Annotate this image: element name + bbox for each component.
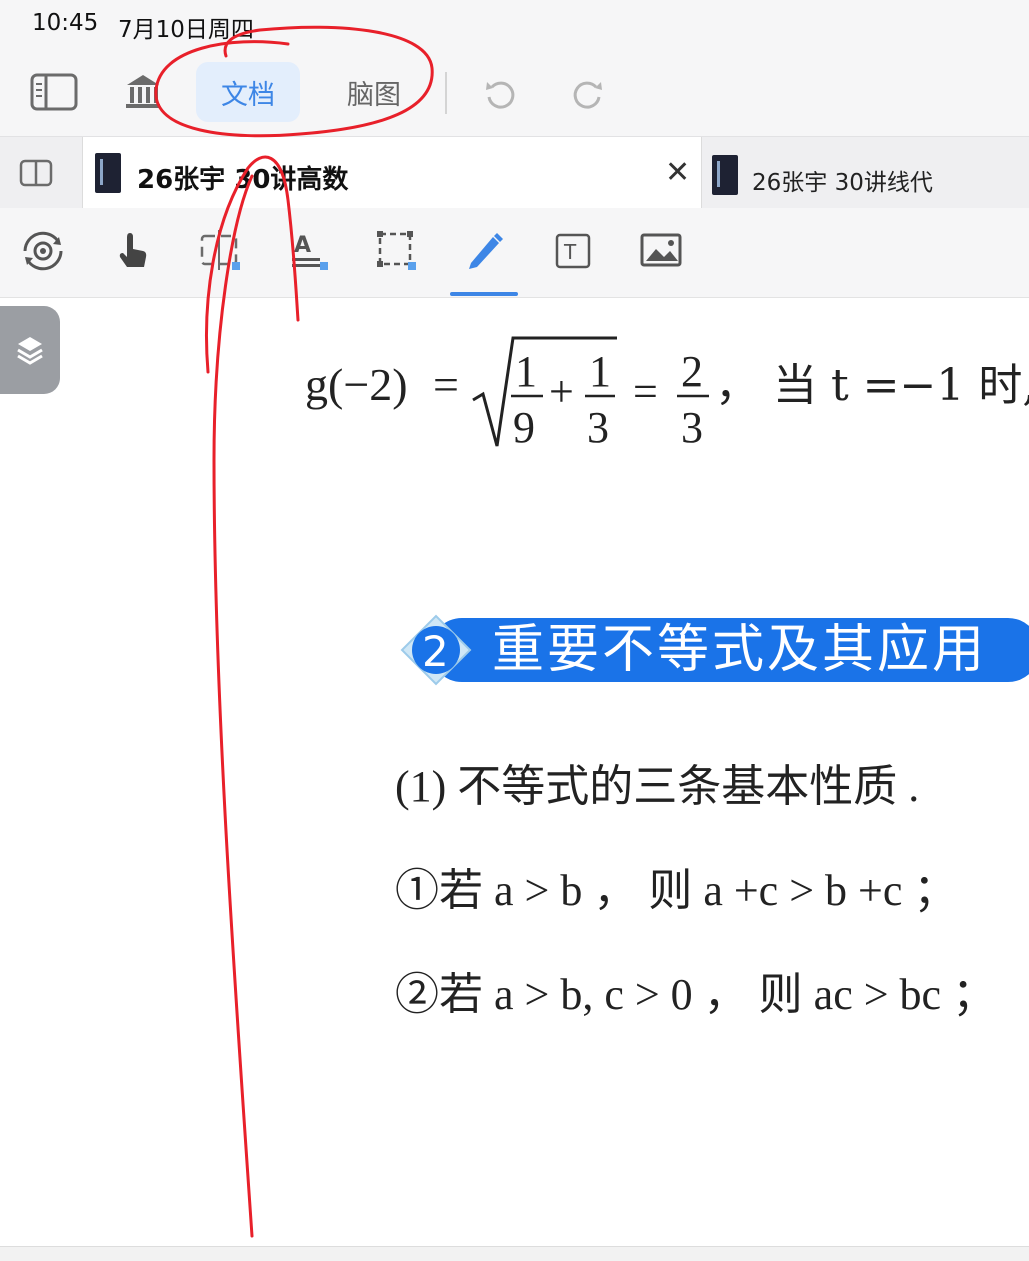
close-tab-icon[interactable]: ✕ bbox=[665, 155, 690, 190]
tab-mindmap[interactable]: 脑图 bbox=[322, 62, 426, 122]
rect-select-icon[interactable] bbox=[372, 226, 422, 276]
formula-plus: + bbox=[549, 367, 574, 416]
lasso-gear-icon[interactable] bbox=[18, 226, 68, 276]
undo-icon[interactable] bbox=[480, 74, 520, 114]
svg-text:T: T bbox=[563, 240, 577, 264]
toolbar-divider bbox=[445, 72, 447, 114]
text-highlight-icon[interactable]: A bbox=[284, 226, 334, 276]
top-toolbar: 文档 脑图 bbox=[0, 52, 1029, 134]
tab-mindmap-label: 脑图 bbox=[347, 79, 401, 111]
tab-linear-algebra-title: 26张宇 30讲线代 bbox=[752, 170, 933, 196]
library-icon[interactable] bbox=[122, 70, 164, 112]
textbox-icon[interactable]: T bbox=[548, 226, 598, 276]
formula-line: g(−2) = 1 9 + 1 3 = 2 3 ， 当 t =−1 时, bbox=[305, 334, 1029, 454]
image-icon[interactable] bbox=[636, 226, 686, 276]
bottom-divider bbox=[0, 1246, 1029, 1261]
book-cover-icon bbox=[712, 155, 738, 195]
frac1-den: 9 bbox=[513, 403, 535, 452]
text-line-2: ①若 a > b ， 则 a +c > b +c ； bbox=[395, 866, 958, 915]
document-tab-bar: 26张宇 30讲高数 ✕ 26张宇 30讲线代 bbox=[0, 136, 1029, 209]
hand-icon[interactable] bbox=[108, 226, 158, 276]
layers-button[interactable] bbox=[0, 306, 60, 394]
select-resize-icon[interactable] bbox=[196, 226, 246, 276]
annotation-toolbar: A T bbox=[0, 208, 1029, 298]
status-date: 7月10日周四 bbox=[118, 17, 254, 43]
split-view-icon[interactable] bbox=[16, 153, 56, 193]
layers-icon bbox=[17, 337, 43, 365]
formula-equals: = bbox=[433, 359, 459, 410]
text-line-3: ②若 a > b, c > 0 ， 则 ac > bc ； bbox=[395, 970, 997, 1019]
frac3-den: 3 bbox=[681, 403, 703, 452]
section-title: 重要不等式及其应用 bbox=[492, 620, 988, 680]
text-line-1: (1) 不等式的三条基本性质 . bbox=[395, 762, 920, 811]
frac2-den: 3 bbox=[587, 403, 609, 452]
pen-icon[interactable] bbox=[460, 226, 510, 276]
tab-calculus[interactable]: 26张宇 30讲高数 ✕ bbox=[82, 137, 702, 209]
status-time: 10:45 bbox=[32, 10, 99, 36]
document-page[interactable]: g(−2) = 1 9 + 1 3 = 2 3 ， 当 t =−1 时, 2 重… bbox=[0, 298, 1029, 1246]
tab-document-label: 文档 bbox=[221, 79, 275, 111]
formula-tail: ， 当 t =−1 时, bbox=[715, 360, 1029, 411]
tab-document[interactable]: 文档 bbox=[196, 62, 300, 122]
svg-text:A: A bbox=[294, 233, 311, 258]
section-number: 2 bbox=[422, 627, 449, 676]
status-bar: 10:45 7月10日周四 bbox=[0, 0, 1029, 50]
redo-icon[interactable] bbox=[568, 74, 608, 114]
tab-linear-algebra[interactable]: 26张宇 30讲线代 bbox=[704, 137, 1029, 209]
book-cover-icon bbox=[95, 153, 121, 193]
active-tool-indicator bbox=[450, 292, 518, 296]
formula-lhs: g(−2) bbox=[305, 359, 408, 410]
frac3-num: 2 bbox=[681, 347, 703, 396]
formula-equals-2: = bbox=[633, 367, 658, 416]
frac1-num: 1 bbox=[515, 347, 537, 396]
tab-calculus-title: 26张宇 30讲高数 bbox=[137, 165, 349, 195]
frac2-num: 1 bbox=[589, 347, 611, 396]
sidebar-toggle-icon[interactable] bbox=[30, 72, 78, 112]
